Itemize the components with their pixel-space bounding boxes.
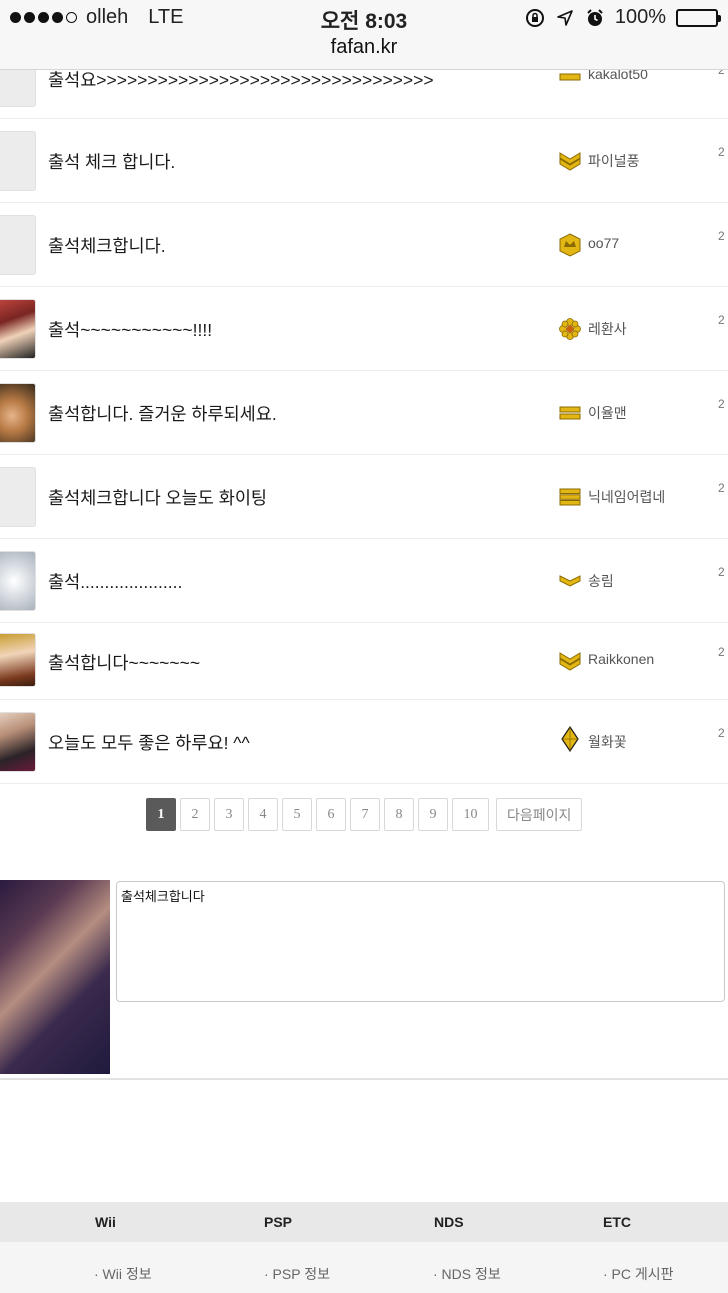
post-title[interactable]: 오늘도 모두 좋은 하루요! ^^ — [48, 730, 250, 755]
single-chevron-rank-icon — [558, 571, 582, 591]
author-name[interactable]: 파이널풍 — [588, 151, 640, 171]
footer-link-wii-info[interactable]: · Wii 정보 — [94, 1264, 152, 1284]
page-link-current[interactable]: 1 — [146, 798, 176, 831]
location-arrow-icon — [557, 9, 573, 26]
battery-percent: 100% — [614, 6, 666, 28]
diamond-rank-icon — [558, 726, 582, 752]
page-link[interactable]: 6 — [316, 798, 346, 831]
attendance-list: 출석요>>>>>>>>>>>>>>>>>>>>>>>>>>>>>>>>> kak… — [0, 35, 728, 784]
list-item[interactable]: 출석~~~~~~~~~~~!!!! 레환사 2 — [0, 287, 728, 371]
footer-category-nds[interactable]: NDS — [434, 1214, 464, 1230]
avatar[interactable] — [0, 467, 36, 527]
post-title[interactable]: 출석체크합니다 오늘도 화이팅 — [48, 485, 267, 510]
footer-category-wii[interactable]: Wii — [95, 1214, 116, 1230]
double-bar-rank-icon — [558, 403, 582, 423]
list-item[interactable]: 출석체크합니다. oo77 2 — [0, 203, 728, 287]
page-link[interactable]: 4 — [248, 798, 278, 831]
flower-rank-icon — [558, 318, 582, 340]
rotation-lock-icon — [525, 8, 544, 27]
triple-bar-rank-icon — [558, 487, 582, 507]
avatar[interactable] — [0, 131, 36, 191]
list-item[interactable]: 오늘도 모두 좋은 하루요! ^^ 월화꽃 2 — [0, 700, 728, 784]
battery-icon — [676, 8, 721, 27]
comment-textarea[interactable]: 출석체크합니다 — [116, 881, 725, 1002]
author-name[interactable]: 월화꽃 — [588, 732, 627, 752]
post-date: 2 — [718, 645, 725, 659]
author-name[interactable]: 닉네임어렵네 — [588, 487, 665, 507]
footer-category-etc[interactable]: ETC — [603, 1214, 631, 1230]
post-title[interactable]: 출석체크합니다. — [48, 233, 166, 258]
post-title[interactable]: 출석~~~~~~~~~~~!!!! — [48, 317, 212, 342]
page-link[interactable]: 7 — [350, 798, 380, 831]
list-item[interactable]: 출석합니다. 즐거운 하루되세요. 이율맨 2 — [0, 371, 728, 455]
avatar[interactable] — [0, 712, 36, 772]
avatar[interactable] — [0, 299, 36, 359]
next-page-button[interactable]: 다음페이지 — [496, 798, 583, 831]
footer-links: · Wii 정보 · PSP 정보 · NDS 정보 · PC 게시판 — [0, 1242, 728, 1293]
avatar[interactable] — [0, 383, 36, 443]
post-date: 2 — [718, 229, 725, 243]
list-item[interactable]: 출석체크합니다 오늘도 화이팅 닉네임어렵네 2 — [0, 455, 728, 539]
footer-category-bar: Wii PSP NDS ETC — [0, 1202, 728, 1242]
commenter-avatar — [0, 880, 110, 1074]
avatar[interactable] — [0, 633, 36, 687]
post-title[interactable]: 출석 체크 합니다. — [48, 149, 175, 174]
author-name[interactable]: oo77 — [588, 235, 619, 251]
status-right: 100% — [525, 6, 721, 29]
page-link[interactable]: 2 — [180, 798, 210, 831]
post-date: 2 — [718, 726, 725, 740]
post-date: 2 — [718, 145, 725, 159]
avatar[interactable] — [0, 551, 36, 611]
author-name[interactable]: 레환사 — [588, 319, 627, 339]
avatar[interactable] — [0, 215, 36, 275]
post-date: 2 — [718, 313, 725, 327]
author-name[interactable]: Raikkonen — [588, 651, 654, 667]
author-name[interactable]: 송림 — [588, 571, 614, 591]
crown-badge-rank-icon — [558, 233, 582, 257]
address-bar[interactable]: fafan.kr — [0, 36, 728, 59]
post-title[interactable]: 출석합니다~~~~~~~ — [48, 650, 200, 675]
post-date: 2 — [718, 397, 725, 411]
alarm-clock-icon — [587, 8, 603, 26]
footer-category-psp[interactable]: PSP — [264, 1214, 292, 1230]
post-title[interactable]: 출석합니다. 즐거운 하루되세요. — [48, 401, 277, 426]
list-item[interactable]: 출석 체크 합니다. 파이널풍 2 — [0, 119, 728, 203]
post-date: 2 — [718, 565, 725, 579]
author-name[interactable]: 이율맨 — [588, 403, 627, 423]
page-link[interactable]: 9 — [418, 798, 448, 831]
list-item[interactable]: 출석합니다~~~~~~~ Raikkonen 2 — [0, 623, 728, 700]
footer-link-psp-info[interactable]: · PSP 정보 — [264, 1264, 330, 1284]
footer-link-nds-info[interactable]: · NDS 정보 — [433, 1264, 501, 1284]
status-bar: olleh LTE 오전 8:03 fafan.kr 100% — [0, 0, 728, 70]
post-title[interactable]: 출석요>>>>>>>>>>>>>>>>>>>>>>>>>>>>>>>>> — [48, 67, 434, 92]
pagination: 1 2 3 4 5 6 7 8 9 10 다음페이지 — [146, 798, 583, 831]
list-item[interactable]: 출석..................... 송림 2 — [0, 539, 728, 623]
post-title[interactable]: 출석..................... — [48, 569, 182, 594]
post-date: 2 — [718, 481, 725, 495]
triple-chevron-rank-icon — [558, 651, 582, 671]
page-link[interactable]: 5 — [282, 798, 312, 831]
footer-link-pc-board[interactable]: · PC 게시판 — [603, 1264, 674, 1284]
single-bar-rank-icon — [558, 67, 582, 87]
page-link[interactable]: 10 — [452, 798, 489, 831]
triple-chevron-rank-icon — [558, 151, 582, 171]
page-link[interactable]: 8 — [384, 798, 414, 831]
section-divider — [0, 1078, 728, 1080]
page-link[interactable]: 3 — [214, 798, 244, 831]
